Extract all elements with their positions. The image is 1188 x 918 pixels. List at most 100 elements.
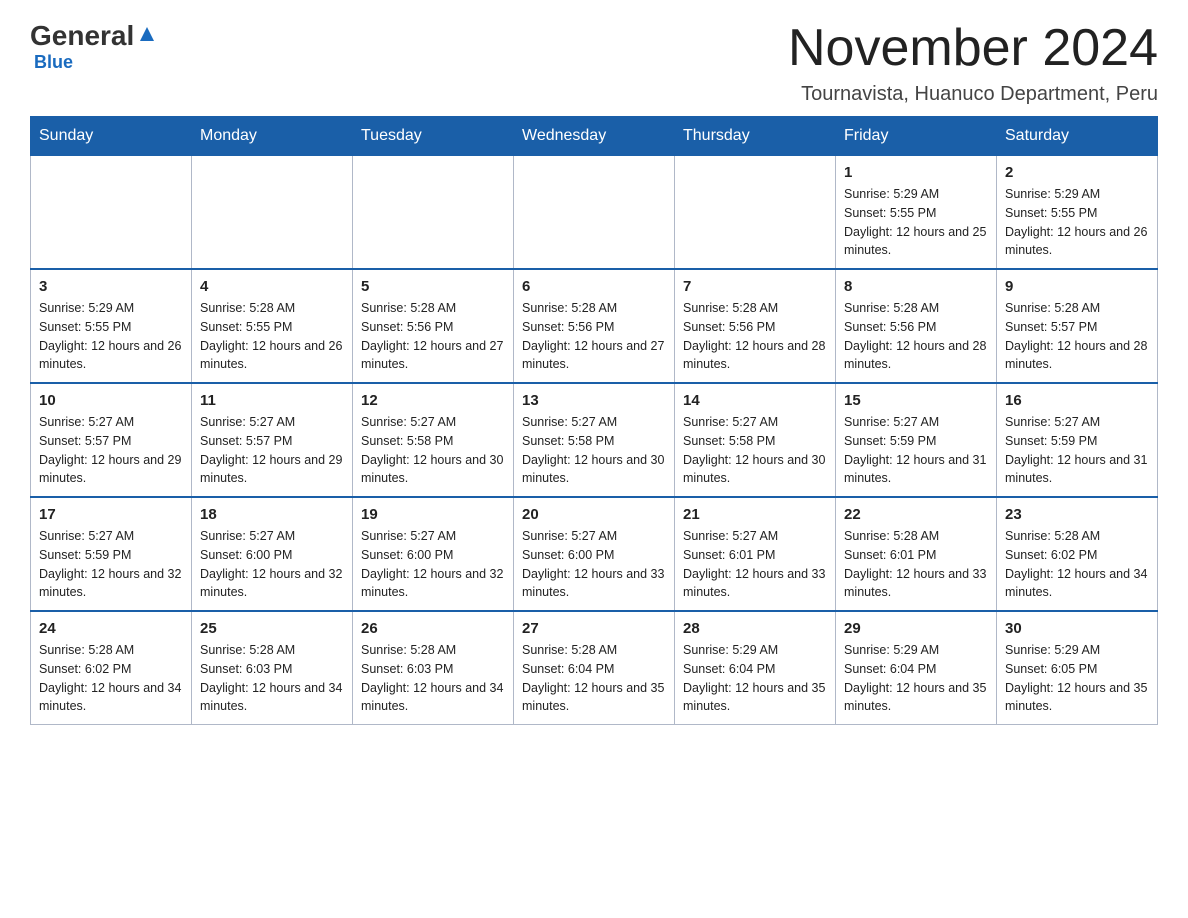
day-number: 29: [844, 620, 988, 637]
table-row: 15Sunrise: 5:27 AM Sunset: 5:59 PM Dayli…: [836, 383, 997, 497]
table-row: 11Sunrise: 5:27 AM Sunset: 5:57 PM Dayli…: [192, 383, 353, 497]
day-number: 20: [522, 506, 666, 523]
day-number: 30: [1005, 620, 1149, 637]
day-number: 28: [683, 620, 827, 637]
day-number: 14: [683, 392, 827, 409]
table-row: 19Sunrise: 5:27 AM Sunset: 6:00 PM Dayli…: [353, 497, 514, 611]
logo-triangle-icon: [136, 23, 158, 45]
subtitle: Tournavista, Huanuco Department, Peru: [788, 83, 1158, 106]
col-tuesday: Tuesday: [353, 117, 514, 156]
day-info: Sunrise: 5:29 AM Sunset: 6:05 PM Dayligh…: [1005, 641, 1149, 716]
table-row: 4 Sunrise: 5:28 AM Sunset: 5:55 PM Daylig…: [192, 269, 353, 383]
table-row: 26 Sunrise: 5:28 AM Sunset: 6:03 PM Dayli…: [353, 611, 514, 725]
table-row: [353, 156, 514, 270]
table-row: 6Sunrise: 5:28 AM Sunset: 5:56 PM Daylig…: [514, 269, 675, 383]
day-info: Sunrise: 5:27 AM Sunset: 5:58 PM Dayligh…: [683, 413, 827, 488]
col-saturday: Saturday: [997, 117, 1158, 156]
calendar-week-row: 17 Sunrise: 5:27 AM Sunset: 5:59 PM Dayli…: [31, 497, 1158, 611]
day-number: 17: [39, 506, 183, 523]
day-info: Sunrise: 5:28 AM Sunset: 5:55 PM Dayligh…: [200, 299, 344, 374]
day-info: Sunrise: 5:27 AM Sunset: 6:00 PM Dayligh…: [522, 527, 666, 602]
table-row: 17 Sunrise: 5:27 AM Sunset: 5:59 PM Dayli…: [31, 497, 192, 611]
day-number: 1: [844, 164, 988, 181]
col-monday: Monday: [192, 117, 353, 156]
table-row: 3 Sunrise: 5:29 AM Sunset: 5:55 PM Daylig…: [31, 269, 192, 383]
day-number: 2: [1005, 164, 1149, 181]
col-sunday: Sunday: [31, 117, 192, 156]
day-info: Sunrise: 5:27 AM Sunset: 5:57 PM Dayligh…: [200, 413, 344, 488]
day-number: 16: [1005, 392, 1149, 409]
day-info: Sunrise: 5:28 AM Sunset: 5:56 PM Dayligh…: [683, 299, 827, 374]
day-info: Sunrise: 5:27 AM Sunset: 6:00 PM Dayligh…: [361, 527, 505, 602]
day-info: Sunrise: 5:27 AM Sunset: 6:00 PM Dayligh…: [200, 527, 344, 602]
table-row: 5Sunrise: 5:28 AM Sunset: 5:56 PM Daylig…: [353, 269, 514, 383]
calendar-week-row: 24 Sunrise: 5:28 AM Sunset: 6:02 PM Dayli…: [31, 611, 1158, 725]
day-number: 13: [522, 392, 666, 409]
day-info: Sunrise: 5:28 AM Sunset: 6:02 PM Dayligh…: [39, 641, 183, 716]
day-info: Sunrise: 5:28 AM Sunset: 6:04 PM Dayligh…: [522, 641, 666, 716]
table-row: 16 Sunrise: 5:27 AM Sunset: 5:59 PM Dayli…: [997, 383, 1158, 497]
title-area: November 2024 Tournavista, Huanuco Depar…: [788, 20, 1158, 106]
day-info: Sunrise: 5:27 AM Sunset: 6:01 PM Dayligh…: [683, 527, 827, 602]
table-row: 27 Sunrise: 5:28 AM Sunset: 6:04 PM Dayli…: [514, 611, 675, 725]
day-info: Sunrise: 5:29 AM Sunset: 5:55 PM Dayligh…: [844, 185, 988, 260]
table-row: 14 Sunrise: 5:27 AM Sunset: 5:58 PM Dayli…: [675, 383, 836, 497]
col-wednesday: Wednesday: [514, 117, 675, 156]
day-info: Sunrise: 5:28 AM Sunset: 6:02 PM Dayligh…: [1005, 527, 1149, 602]
day-info: Sunrise: 5:27 AM Sunset: 5:58 PM Dayligh…: [361, 413, 505, 488]
day-info: Sunrise: 5:29 AM Sunset: 6:04 PM Dayligh…: [683, 641, 827, 716]
day-number: 9: [1005, 278, 1149, 295]
day-info: Sunrise: 5:27 AM Sunset: 5:59 PM Dayligh…: [39, 527, 183, 602]
calendar-week-row: 1 Sunrise: 5:29 AM Sunset: 5:55 PM Daylig…: [31, 156, 1158, 270]
day-info: Sunrise: 5:29 AM Sunset: 5:55 PM Dayligh…: [1005, 185, 1149, 260]
day-number: 21: [683, 506, 827, 523]
day-info: Sunrise: 5:27 AM Sunset: 5:59 PM Dayligh…: [1005, 413, 1149, 488]
table-row: [514, 156, 675, 270]
calendar-header-row: Sunday Monday Tuesday Wednesday Thursday…: [31, 117, 1158, 156]
table-row: 20 Sunrise: 5:27 AM Sunset: 6:00 PM Dayli…: [514, 497, 675, 611]
table-row: 29Sunrise: 5:29 AM Sunset: 6:04 PM Dayli…: [836, 611, 997, 725]
col-thursday: Thursday: [675, 117, 836, 156]
day-number: 27: [522, 620, 666, 637]
day-info: Sunrise: 5:28 AM Sunset: 5:56 PM Dayligh…: [522, 299, 666, 374]
day-number: 22: [844, 506, 988, 523]
day-number: 4: [200, 278, 344, 295]
day-number: 8: [844, 278, 988, 295]
table-row: 13Sunrise: 5:27 AM Sunset: 5:58 PM Dayli…: [514, 383, 675, 497]
table-row: [192, 156, 353, 270]
main-title: November 2024: [788, 20, 1158, 77]
table-row: [31, 156, 192, 270]
day-info: Sunrise: 5:28 AM Sunset: 6:01 PM Dayligh…: [844, 527, 988, 602]
day-number: 3: [39, 278, 183, 295]
table-row: 22 Sunrise: 5:28 AM Sunset: 6:01 PM Dayli…: [836, 497, 997, 611]
calendar-week-row: 3 Sunrise: 5:29 AM Sunset: 5:55 PM Daylig…: [31, 269, 1158, 383]
day-info: Sunrise: 5:28 AM Sunset: 6:03 PM Dayligh…: [361, 641, 505, 716]
day-number: 24: [39, 620, 183, 637]
day-number: 12: [361, 392, 505, 409]
day-number: 26: [361, 620, 505, 637]
table-row: 23 Sunrise: 5:28 AM Sunset: 6:02 PM Dayli…: [997, 497, 1158, 611]
day-info: Sunrise: 5:29 AM Sunset: 5:55 PM Dayligh…: [39, 299, 183, 374]
table-row: 18 Sunrise: 5:27 AM Sunset: 6:00 PM Dayli…: [192, 497, 353, 611]
col-friday: Friday: [836, 117, 997, 156]
table-row: 9 Sunrise: 5:28 AM Sunset: 5:57 PM Daylig…: [997, 269, 1158, 383]
day-info: Sunrise: 5:28 AM Sunset: 5:57 PM Dayligh…: [1005, 299, 1149, 374]
day-number: 15: [844, 392, 988, 409]
table-row: 24 Sunrise: 5:28 AM Sunset: 6:02 PM Dayli…: [31, 611, 192, 725]
day-number: 7: [683, 278, 827, 295]
logo: General Blue: [30, 20, 160, 73]
day-number: 23: [1005, 506, 1149, 523]
table-row: 28 Sunrise: 5:29 AM Sunset: 6:04 PM Dayli…: [675, 611, 836, 725]
day-info: Sunrise: 5:28 AM Sunset: 6:03 PM Dayligh…: [200, 641, 344, 716]
table-row: [675, 156, 836, 270]
table-row: 25Sunrise: 5:28 AM Sunset: 6:03 PM Dayli…: [192, 611, 353, 725]
table-row: 12 Sunrise: 5:27 AM Sunset: 5:58 PM Dayli…: [353, 383, 514, 497]
table-row: 7 Sunrise: 5:28 AM Sunset: 5:56 PM Daylig…: [675, 269, 836, 383]
day-number: 18: [200, 506, 344, 523]
table-row: 2 Sunrise: 5:29 AM Sunset: 5:55 PM Daylig…: [997, 156, 1158, 270]
day-number: 10: [39, 392, 183, 409]
calendar-week-row: 10 Sunrise: 5:27 AM Sunset: 5:57 PM Dayli…: [31, 383, 1158, 497]
table-row: 10Sunrise: 5:27 AM Sunset: 5:57 PM Dayli…: [31, 383, 192, 497]
logo-blue-text: Blue: [34, 52, 73, 73]
page-header: General Blue November 2024 Tournavista, …: [30, 20, 1158, 106]
